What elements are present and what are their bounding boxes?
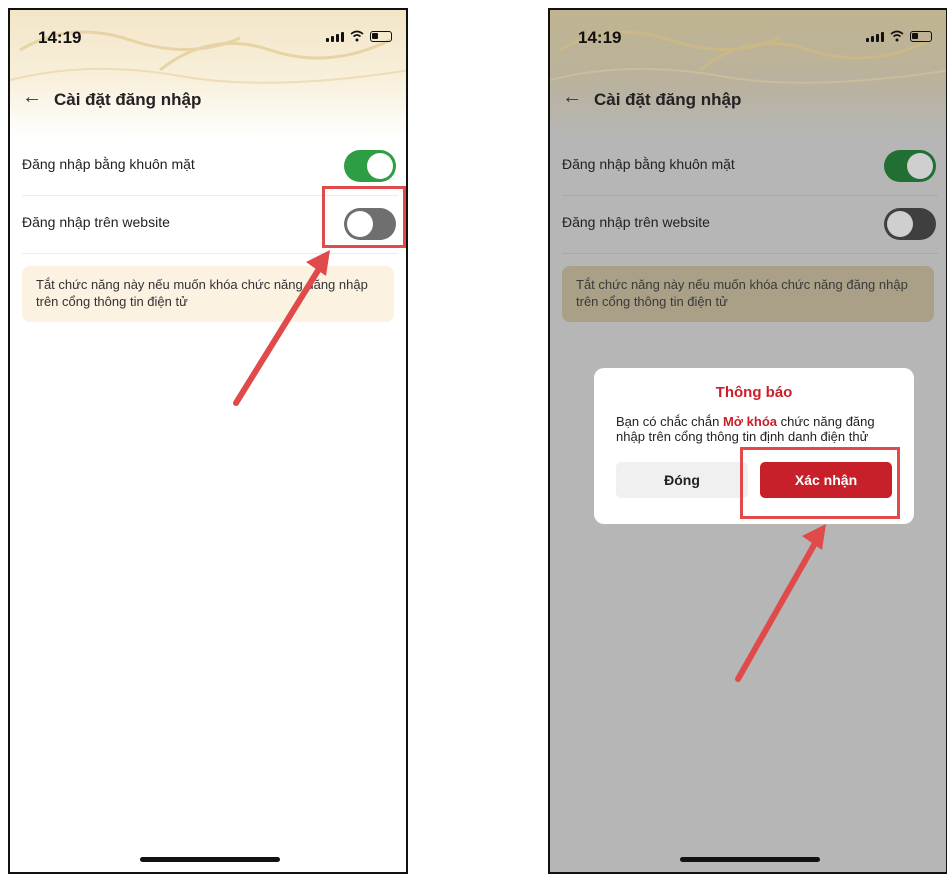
annotation-arrows <box>233 250 826 682</box>
arrow-right <box>735 535 821 682</box>
arrow-left <box>233 261 325 406</box>
